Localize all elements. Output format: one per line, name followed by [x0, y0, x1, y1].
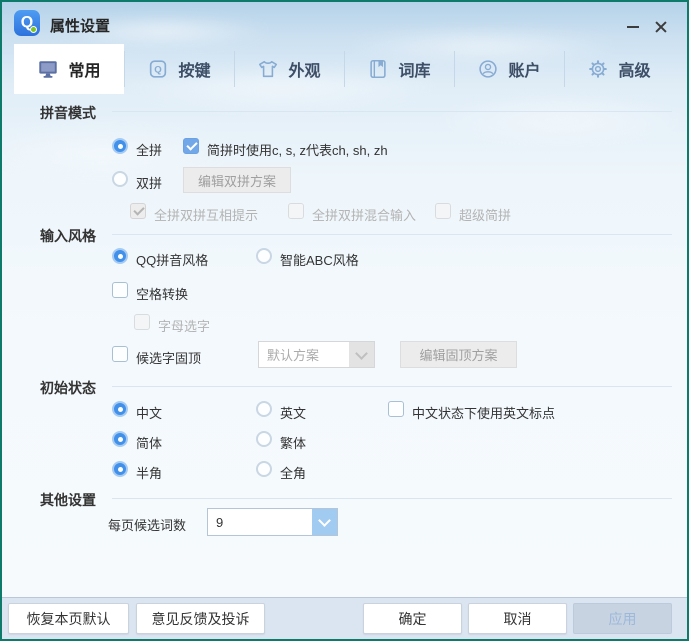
tab-bar: 常用 Q 按键 外观 词库: [2, 44, 687, 94]
radio-abc-style-label[interactable]: 智能ABC风格: [280, 250, 359, 269]
candidates-per-page-label: 每页候选词数: [108, 515, 186, 534]
section-divider: [112, 386, 672, 387]
checkbox-letter-select: [134, 314, 150, 330]
monitor-icon: [37, 58, 59, 80]
checkbox-jianpin-csz-label[interactable]: 简拼时使用c, s, z代表ch, sh, zh: [207, 140, 388, 159]
tab-separator: [124, 51, 125, 87]
close-button[interactable]: [650, 16, 672, 38]
edit-pin-scheme-button: 编辑固顶方案: [400, 341, 517, 368]
tab-account-label: 账户: [508, 57, 540, 81]
checkbox-super-jianpin: [435, 203, 451, 219]
checkbox-jianpin-csz[interactable]: [183, 138, 199, 154]
radio-shuangpin-label[interactable]: 双拼: [136, 173, 162, 192]
radio-chinese[interactable]: [112, 401, 128, 417]
cloud-decoration: [432, 94, 689, 146]
feedback-button[interactable]: 意见反馈及投诉: [136, 603, 265, 634]
app-logo-green-dot: [30, 26, 37, 33]
candidates-per-page-dropdown[interactable]: 9: [207, 508, 338, 536]
checkbox-shuangpin-hint-label: 全拼双拼互相提示: [154, 205, 258, 224]
checkbox-candidate-pin[interactable]: [112, 346, 128, 362]
tab-dictionary-label: 词库: [398, 57, 430, 81]
gear-icon: [587, 58, 609, 80]
tab-general[interactable]: 常用: [14, 44, 124, 94]
edit-shuangpin-button: 编辑双拼方案: [183, 167, 291, 193]
tab-separator: [454, 51, 455, 87]
restore-defaults-button[interactable]: 恢复本页默认: [8, 603, 129, 634]
candidates-per-page-value: 9: [208, 509, 312, 535]
radio-qq-style[interactable]: [112, 248, 128, 264]
radio-abc-style[interactable]: [256, 248, 272, 264]
cancel-button[interactable]: 取消: [468, 603, 567, 634]
section-header-other-settings: 其他设置: [40, 490, 96, 510]
radio-simplified[interactable]: [112, 431, 128, 447]
footer-bar: 恢复本页默认 意见反馈及投诉 确定 取消 应用: [2, 597, 687, 639]
checkbox-letter-select-label: 字母选字: [158, 316, 210, 335]
checkbox-english-punct-label[interactable]: 中文状态下使用英文标点: [412, 403, 555, 422]
radio-shuangpin[interactable]: [112, 171, 128, 187]
tab-keys-label: 按键: [178, 57, 210, 81]
properties-dialog: Q 属性设置 常用 Q 按键 外观: [0, 0, 689, 641]
radio-traditional-label[interactable]: 繁体: [280, 433, 306, 452]
section-header-initial-state: 初始状态: [40, 378, 96, 398]
window-title: 属性设置: [50, 15, 110, 36]
chevron-down-icon: [318, 514, 331, 527]
keyboard-q-icon: Q: [147, 58, 169, 80]
radio-qq-style-label[interactable]: QQ拼音风格: [136, 250, 208, 269]
tab-advanced-label: 高级: [618, 57, 650, 81]
dropdown-chevron: [349, 342, 374, 367]
tab-advanced[interactable]: 高级: [564, 44, 674, 94]
tab-dictionary[interactable]: 词库: [344, 44, 454, 94]
tab-general-label: 常用: [68, 57, 100, 81]
svg-text:Q: Q: [155, 65, 163, 76]
checkbox-space-convert-label[interactable]: 空格转换: [136, 284, 188, 303]
minimize-button[interactable]: [622, 16, 644, 38]
checkbox-space-convert[interactable]: [112, 282, 128, 298]
radio-chinese-label[interactable]: 中文: [136, 403, 162, 422]
checkbox-super-jianpin-label: 超级简拼: [459, 205, 511, 224]
dropdown-chevron: [312, 509, 337, 535]
checkbox-mixed-input: [288, 203, 304, 219]
section-header-pinyin-mode: 拼音模式: [40, 103, 96, 123]
section-divider: [112, 111, 672, 112]
radio-full-width[interactable]: [256, 461, 272, 477]
chevron-down-icon: [355, 347, 368, 360]
section-header-input-style: 输入风格: [40, 226, 96, 246]
app-logo-icon: Q: [14, 10, 40, 36]
tab-separator: [234, 51, 235, 87]
ok-button[interactable]: 确定: [363, 603, 462, 634]
tshirt-icon: [257, 58, 279, 80]
radio-simplified-label[interactable]: 简体: [136, 433, 162, 452]
radio-half-width[interactable]: [112, 461, 128, 477]
checkbox-english-punct[interactable]: [388, 401, 404, 417]
tab-appearance[interactable]: 外观: [234, 44, 344, 94]
tab-separator: [344, 51, 345, 87]
radio-english-label[interactable]: 英文: [280, 403, 306, 422]
radio-english[interactable]: [256, 401, 272, 417]
tab-account[interactable]: 账户: [454, 44, 564, 94]
tab-appearance-label: 外观: [288, 57, 320, 81]
pin-scheme-dropdown: 默认方案: [258, 341, 375, 368]
checkbox-shuangpin-hint: [130, 203, 146, 219]
section-divider: [112, 498, 672, 499]
minimize-icon: [627, 26, 639, 28]
pin-scheme-value: 默认方案: [259, 342, 349, 367]
tab-keys[interactable]: Q 按键: [124, 44, 234, 94]
checkbox-mixed-input-label: 全拼双拼混合输入: [312, 205, 416, 224]
radio-full-width-label[interactable]: 全角: [280, 463, 306, 482]
radio-quanpin-label[interactable]: 全拼: [136, 140, 162, 159]
radio-quanpin[interactable]: [112, 138, 128, 154]
apply-button: 应用: [573, 603, 672, 634]
section-divider: [112, 234, 672, 235]
tab-separator: [564, 51, 565, 87]
radio-half-width-label[interactable]: 半角: [136, 463, 162, 482]
checkbox-candidate-pin-label[interactable]: 候选字固顶: [136, 348, 201, 367]
radio-traditional[interactable]: [256, 431, 272, 447]
close-icon: [654, 20, 668, 34]
dictionary-book-icon: [367, 58, 389, 80]
account-icon: [477, 58, 499, 80]
